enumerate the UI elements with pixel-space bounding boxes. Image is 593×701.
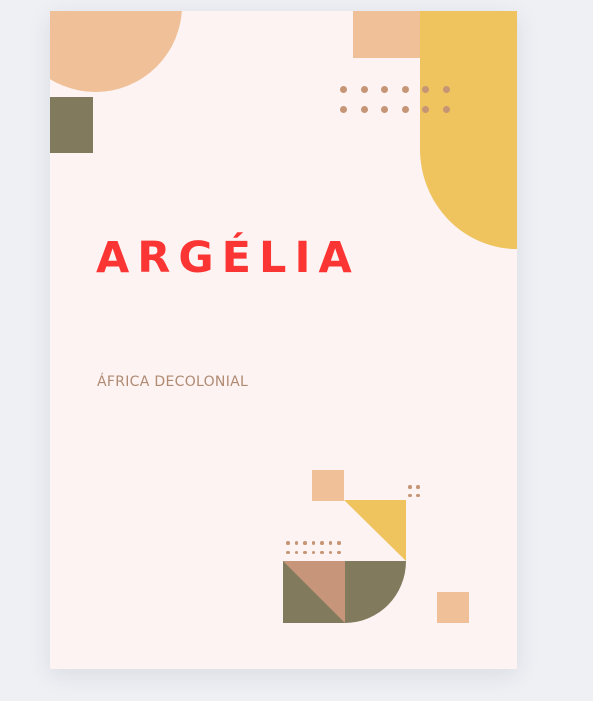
decor-dot	[360, 106, 368, 113]
decor-dot	[401, 86, 409, 93]
decor-dot	[381, 86, 388, 93]
decor-dot	[422, 86, 429, 93]
decor-dot	[381, 106, 388, 113]
decor-dot	[340, 86, 347, 93]
decor-dot	[340, 106, 347, 113]
decor-geometric-cluster	[283, 500, 406, 623]
decor-olive-quarter-disc	[345, 561, 406, 623]
decor-dot	[408, 485, 412, 489]
decor-peach-quarter-circle	[50, 11, 182, 92]
cover-subtitle: ÁFRICA DECOLONIAL	[97, 374, 249, 390]
decor-dot	[442, 86, 450, 93]
decor-peach-small-square-top	[312, 470, 344, 501]
decor-dot	[408, 493, 412, 497]
decor-dot-grid-top	[340, 86, 463, 113]
decor-dot	[416, 485, 420, 489]
decor-dot-grid-small	[408, 485, 424, 497]
decor-dot	[416, 493, 420, 497]
book-cover: ARGÉLIA ÁFRICA DECOLONIAL	[50, 11, 517, 669]
decor-dot	[401, 106, 409, 113]
decor-peach-small-square-right	[437, 592, 469, 623]
cover-title: ARGÉLIA	[96, 233, 360, 283]
decor-mustard-triangle	[344, 500, 406, 561]
decor-dot	[442, 106, 450, 113]
decor-dot	[360, 86, 368, 93]
decor-olive-square	[50, 97, 93, 153]
decor-dot	[422, 106, 429, 113]
decor-peach-rectangle	[353, 11, 420, 58]
decor-mustard-arch	[420, 11, 517, 249]
page-stage: ARGÉLIA ÁFRICA DECOLONIAL	[0, 0, 593, 701]
